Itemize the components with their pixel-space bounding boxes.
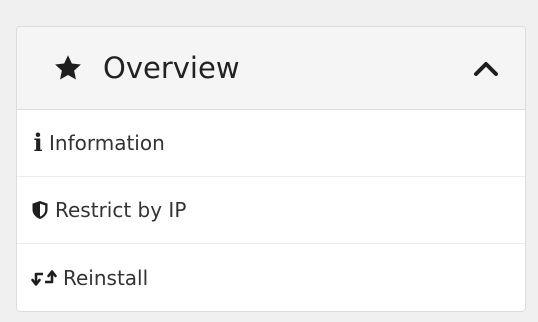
menu-item-reinstall[interactable]: Reinstall [17,244,525,311]
overview-panel-header[interactable]: Overview [17,27,525,110]
panel-title: Overview [103,50,240,85]
overview-panel: Overview i Information Restrict by IP Re… [16,26,526,312]
menu-item-restrict-by-ip[interactable]: Restrict by IP [17,177,525,244]
menu-item-information[interactable]: i Information [17,110,525,177]
retweet-icon [31,269,57,287]
menu-item-label: Information [49,131,165,155]
menu-item-label: Reinstall [63,265,149,290]
shield-icon [31,200,49,220]
chevron-up-icon[interactable] [473,58,499,78]
info-icon: i [33,128,43,157]
star-icon [53,53,83,83]
menu-item-label: Restrict by IP [55,198,187,222]
